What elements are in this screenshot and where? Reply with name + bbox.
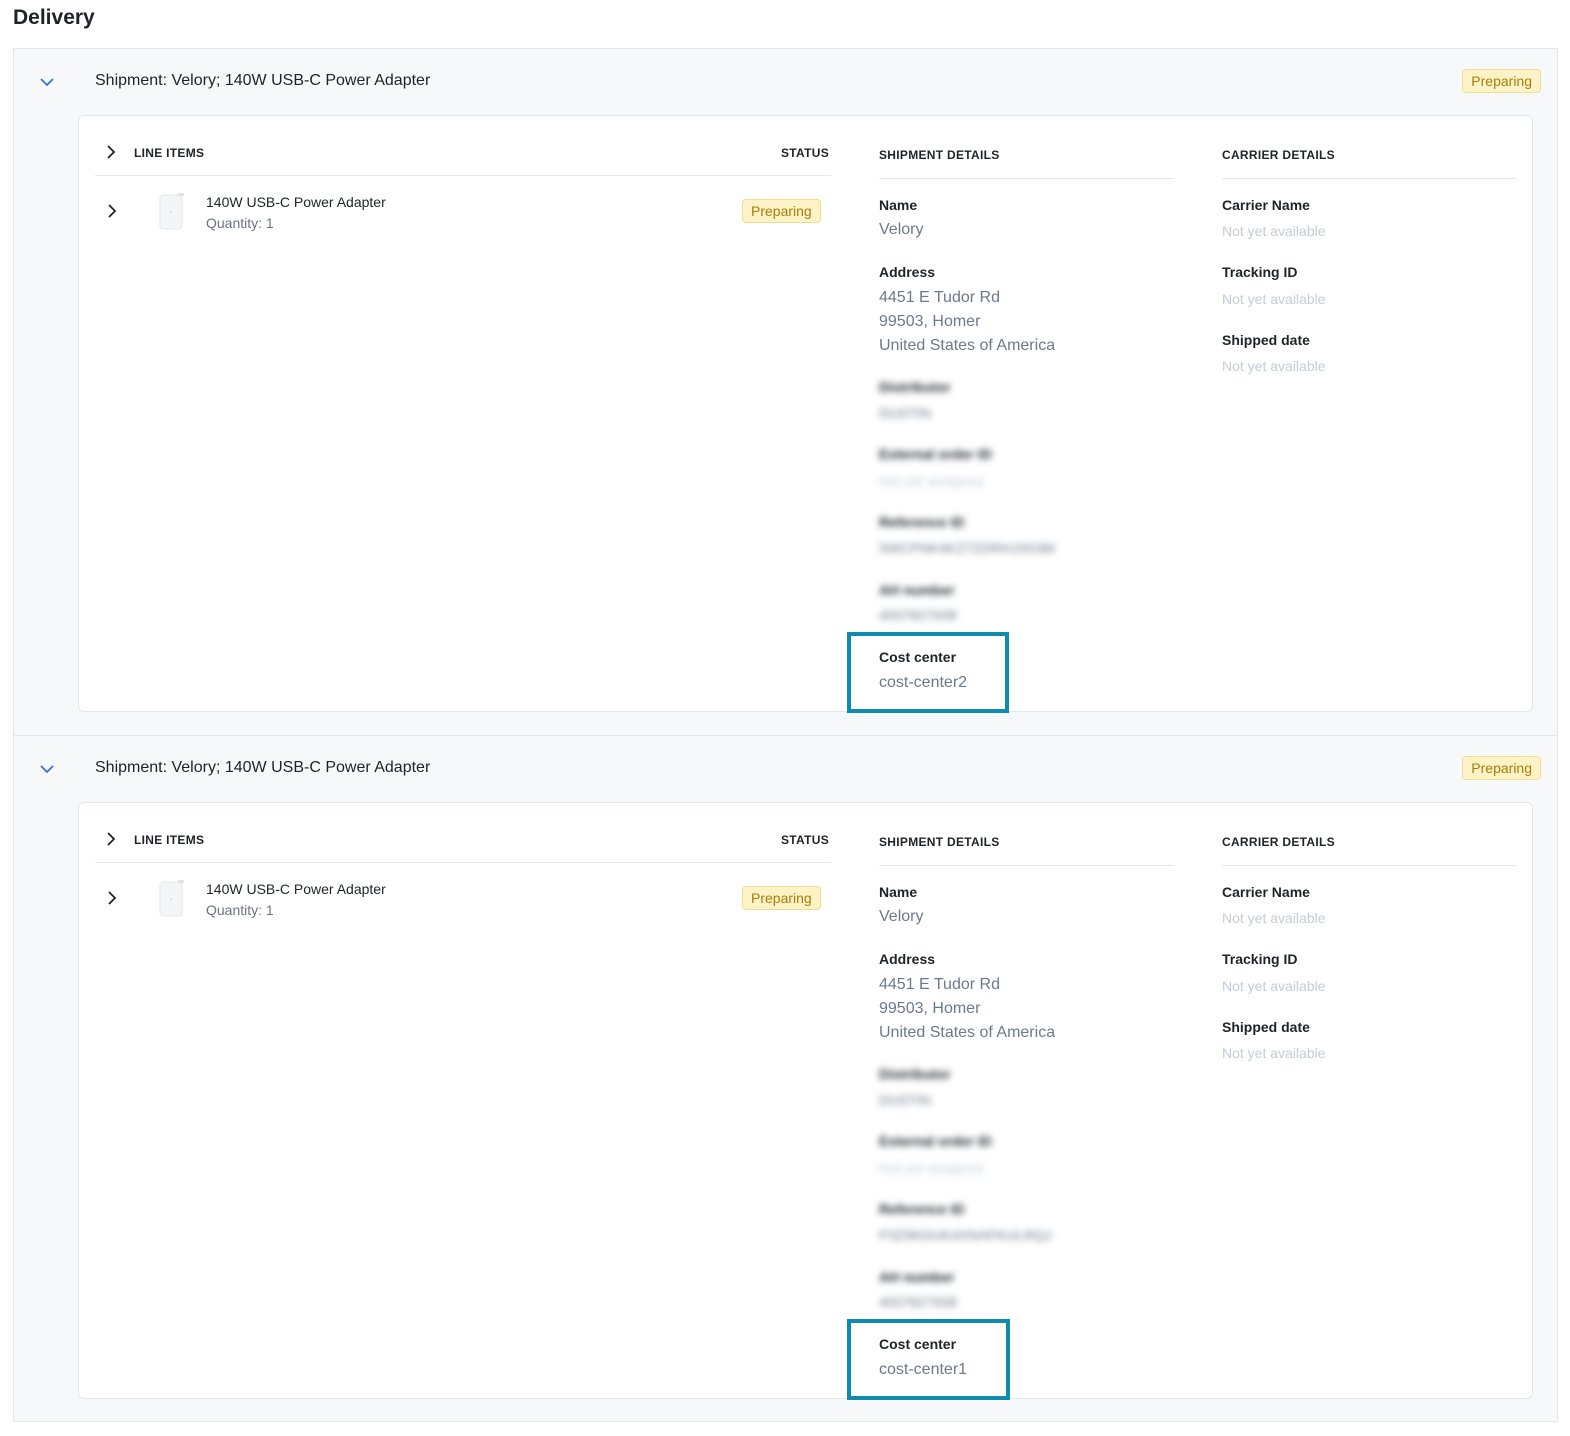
shipment-card: LINE ITEMS STATUS 140W USB-C Power Adapt… — [78, 802, 1533, 1400]
status-header: STATUS — [781, 833, 830, 847]
shipped-date-value: Not yet available — [1222, 1045, 1326, 1061]
tracking-id-value: Not yet available — [1222, 978, 1326, 994]
carrier-name-value: Not yet available — [1222, 910, 1326, 926]
address-line: 99503, Homer — [879, 313, 981, 330]
carrier-details-header: CARRIER DETAILS — [1222, 835, 1335, 849]
tracking-id-value: Not yet available — [1222, 291, 1326, 307]
address-line: 4451 E Tudor Rd — [879, 289, 1000, 306]
chevron-down-icon[interactable] — [38, 73, 56, 91]
chevron-right-icon[interactable] — [103, 831, 119, 847]
item-name: 140W USB-C Power Adapter — [206, 194, 386, 210]
page-title: Delivery — [13, 6, 95, 29]
shipment-card: LINE ITEMS STATUS 140W USB-C Power Adapt… — [78, 115, 1533, 713]
name-label: Name — [879, 197, 918, 213]
name-value: Velory — [879, 908, 924, 925]
name-value: Velory — [879, 221, 924, 238]
shipment-details-header: SHIPMENT DETAILS — [879, 148, 1000, 162]
status-header: STATUS — [781, 146, 830, 160]
carrier-name-value: Not yet available — [1222, 223, 1326, 239]
ah-number-value: 4007827938 — [879, 607, 957, 623]
distributor-value: DUSTIN — [879, 405, 932, 421]
reference-value: 5WCPNK4KZ7ZDRHJ3S3M — [879, 540, 1055, 556]
status-badge: Preparing — [742, 886, 821, 910]
item-name: 140W USB-C Power Adapter — [206, 881, 386, 897]
chevron-down-icon[interactable] — [38, 760, 56, 778]
address-line: 4451 E Tudor Rd — [879, 976, 1000, 993]
chevron-right-icon[interactable] — [103, 144, 119, 160]
reference-label: Reference ID — [879, 1201, 965, 1217]
tracking-id-label: Tracking ID — [1222, 264, 1298, 280]
carrier-name-label: Carrier Name — [1222, 197, 1310, 213]
status-badge: Preparing — [1462, 756, 1541, 780]
address-line: United States of America — [879, 1024, 1056, 1041]
external-order-value: Not yet assigned — [879, 1160, 984, 1176]
divider — [1222, 865, 1517, 866]
shipment-title: Shipment: Velory; 140W USB-C Power Adapt… — [95, 759, 431, 776]
shipped-date-label: Shipped date — [1222, 1019, 1310, 1035]
external-order-label: External order ID — [879, 446, 992, 462]
cost-center-value: cost-center2 — [879, 674, 968, 691]
shipped-date-value: Not yet available — [1222, 358, 1326, 374]
shipment-panel: Shipment: Velory; 140W USB-C Power Adapt… — [13, 48, 1558, 736]
carrier-name-label: Carrier Name — [1222, 884, 1310, 900]
ah-number-label: AH number — [879, 1269, 955, 1285]
address-line: 99503, Homer — [879, 1000, 981, 1017]
shipment-header[interactable]: Shipment: Velory; 140W USB-C Power Adapt… — [14, 736, 1557, 802]
distributor-label: Distributor — [879, 379, 951, 395]
distributor-label: Distributor — [879, 1066, 951, 1082]
carrier-details-header: CARRIER DETAILS — [1222, 148, 1335, 162]
divider — [95, 862, 831, 863]
cost-center-label: Cost center — [879, 649, 957, 665]
shipment-header[interactable]: Shipment: Velory; 140W USB-C Power Adapt… — [14, 49, 1557, 115]
shipment-title: Shipment: Velory; 140W USB-C Power Adapt… — [95, 72, 431, 89]
chevron-right-icon[interactable] — [104, 890, 120, 906]
chevron-right-icon[interactable] — [104, 203, 120, 219]
name-label: Name — [879, 884, 918, 900]
power-adapter-thumbnail — [159, 880, 184, 917]
cost-center-label: Cost center — [879, 1336, 957, 1352]
address-line: United States of America — [879, 337, 1056, 354]
power-adapter-thumbnail — [159, 193, 184, 230]
external-order-value: Not yet assigned — [879, 473, 984, 489]
line-items-header: LINE ITEMS — [134, 833, 205, 847]
shipment-panel: Shipment: Velory; 140W USB-C Power Adapt… — [13, 735, 1558, 1422]
divider — [879, 178, 1174, 179]
shipped-date-label: Shipped date — [1222, 332, 1310, 348]
external-order-label: External order ID — [879, 1133, 992, 1149]
reference-label: Reference ID — [879, 514, 965, 530]
shipment-details-header: SHIPMENT DETAILS — [879, 835, 1000, 849]
divider — [879, 865, 1174, 866]
ah-number-label: AH number — [879, 582, 955, 598]
item-quantity: Quantity: 1 — [206, 902, 274, 918]
tracking-id-label: Tracking ID — [1222, 951, 1298, 967]
item-quantity: Quantity: 1 — [206, 215, 274, 231]
divider — [95, 175, 831, 176]
line-items-header: LINE ITEMS — [134, 146, 205, 160]
ah-number-value: 4007827938 — [879, 1294, 957, 1310]
address-label: Address — [879, 264, 936, 280]
distributor-value: DUSTIN — [879, 1092, 932, 1108]
address-label: Address — [879, 951, 936, 967]
cost-center-value: cost-center1 — [879, 1361, 968, 1378]
divider — [1222, 178, 1517, 179]
status-badge: Preparing — [742, 199, 821, 223]
status-badge: Preparing — [1462, 69, 1541, 93]
reference-value: P3Z9KDUK4XNAFKULRQJ — [879, 1227, 1052, 1243]
